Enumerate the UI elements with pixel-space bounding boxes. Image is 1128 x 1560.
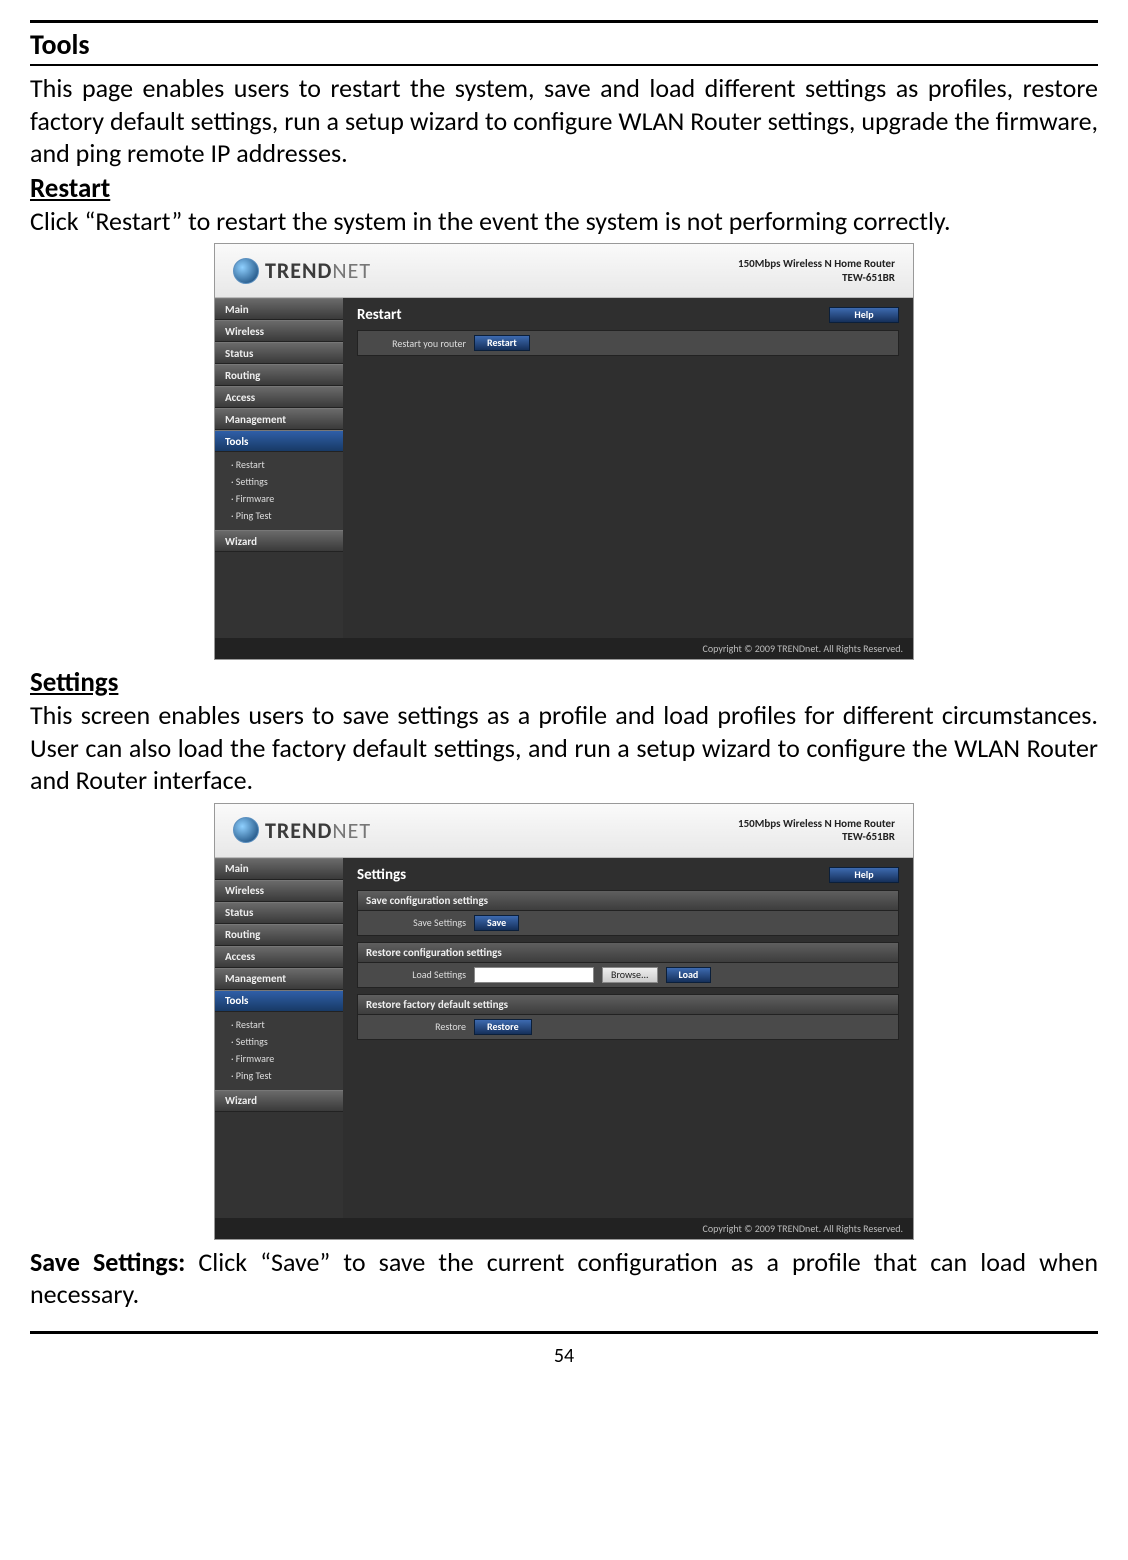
restore-label: Restore [366, 1020, 466, 1033]
sidebar-item-main[interactable]: Main [215, 298, 343, 320]
model-line1: 150Mbps Wireless N Home Router [738, 257, 895, 270]
restart-paragraph: Click “Restart” to restart the system in… [30, 205, 1098, 238]
brand-b: NET [332, 257, 371, 284]
brand-a-2: TREND [265, 817, 332, 844]
sidebar-item-tools[interactable]: Tools [215, 430, 343, 452]
model-line2-2: TEW-651BR [738, 830, 895, 843]
restart-panel-title: Restart [357, 306, 402, 324]
model-line2: TEW-651BR [738, 271, 895, 284]
sidebar-item-routing[interactable]: Routing [215, 364, 343, 386]
subnav2-firmware[interactable]: Firmware [231, 1050, 343, 1067]
brand-text-2: TRENDNET [265, 817, 371, 844]
save-settings-inline-label: Save Settings: [30, 1246, 185, 1278]
save-settings-label: Save Settings [366, 916, 466, 929]
sidebar-item-management[interactable]: Management [215, 408, 343, 430]
brand: TRENDNET [233, 257, 371, 284]
save-settings-paragraph: Save Settings: Click “Save” to save the … [30, 1246, 1098, 1311]
restart-heading: Restart [30, 172, 1098, 205]
help-button-2[interactable]: Help [829, 867, 899, 883]
save-button[interactable]: Save [474, 915, 519, 931]
router-header: TRENDNET 150Mbps Wireless N Home Router … [215, 244, 913, 298]
subnav2-restart[interactable]: Restart [231, 1016, 343, 1033]
sidebar: Main Wireless Status Routing Access Mana… [215, 298, 343, 638]
sidebar-item-status[interactable]: Status [215, 342, 343, 364]
settings-heading: Settings [30, 666, 1098, 699]
page-number: 54 [554, 1344, 574, 1368]
brand-logo-icon [233, 258, 259, 284]
sidebar-item-access[interactable]: Access [215, 386, 343, 408]
brand-b-2: NET [332, 817, 371, 844]
intro-paragraph: This page enables users to restart the s… [30, 72, 1098, 170]
router-footer-2: Copyright © 2009 TRENDnet. All Rights Re… [215, 1218, 913, 1239]
restore-config-bar: Restore configuration settings [357, 942, 899, 963]
sidebar2-item-tools[interactable]: Tools [215, 990, 343, 1012]
model-text: 150Mbps Wireless N Home Router TEW-651BR [738, 257, 895, 283]
browse-button[interactable]: Browse... [602, 967, 658, 983]
subnav-restart[interactable]: Restart [231, 456, 343, 473]
subnav-firmware[interactable]: Firmware [231, 490, 343, 507]
model-line1-2: 150Mbps Wireless N Home Router [738, 817, 895, 830]
router-header-2: TRENDNET 150Mbps Wireless N Home Router … [215, 804, 913, 858]
page-footer: 54 [30, 1331, 1098, 1368]
sidebar2-item-wizard[interactable]: Wizard [215, 1090, 343, 1112]
sidebar2-item-management[interactable]: Management [215, 968, 343, 990]
brand-a: TREND [265, 257, 332, 284]
load-file-input[interactable] [474, 967, 594, 983]
brand-text: TRENDNET [265, 257, 371, 284]
restart-screenshot: TRENDNET 150Mbps Wireless N Home Router … [214, 243, 914, 660]
router-footer: Copyright © 2009 TRENDnet. All Rights Re… [215, 638, 913, 659]
save-config-bar: Save configuration settings [357, 890, 899, 911]
settings-paragraph: This screen enables users to save settin… [30, 699, 1098, 797]
brand-2: TRENDNET [233, 817, 371, 844]
model-text-2: 150Mbps Wireless N Home Router TEW-651BR [738, 817, 895, 843]
sidebar-item-wizard[interactable]: Wizard [215, 530, 343, 552]
sidebar2-item-access[interactable]: Access [215, 946, 343, 968]
sidebar2-item-status[interactable]: Status [215, 902, 343, 924]
subnav2-settings[interactable]: Settings [231, 1033, 343, 1050]
load-button[interactable]: Load [666, 967, 712, 983]
restart-button[interactable]: Restart [474, 335, 530, 351]
sidebar2-item-main[interactable]: Main [215, 858, 343, 880]
sidebar-2: Main Wireless Status Routing Access Mana… [215, 858, 343, 1218]
settings-screenshot: TRENDNET 150Mbps Wireless N Home Router … [214, 803, 914, 1240]
top-rule [30, 20, 1098, 23]
restart-row-label: Restart you router [366, 337, 466, 350]
page-title: Tools [30, 25, 1098, 64]
sidebar2-item-wireless[interactable]: Wireless [215, 880, 343, 902]
brand-logo-icon-2 [233, 817, 259, 843]
settings-panel-title: Settings [357, 866, 406, 884]
subnav-ping[interactable]: Ping Test [231, 507, 343, 524]
subnav2-ping[interactable]: Ping Test [231, 1067, 343, 1084]
sidebar-item-wireless[interactable]: Wireless [215, 320, 343, 342]
restart-content: Restart Help Restart you router Restart [343, 298, 913, 638]
restore-button[interactable]: Restore [474, 1019, 532, 1035]
help-button[interactable]: Help [829, 307, 899, 323]
subnav-settings[interactable]: Settings [231, 473, 343, 490]
settings-content: Settings Help Save configuration setting… [343, 858, 913, 1218]
sidebar2-subnav: Restart Settings Firmware Ping Test [215, 1012, 343, 1090]
sidebar2-item-routing[interactable]: Routing [215, 924, 343, 946]
title-underline [30, 64, 1098, 66]
save-settings-inline-text: Click “Save” to save the current configu… [30, 1246, 1098, 1311]
factory-default-bar: Restore factory default settings [357, 994, 899, 1015]
load-settings-label: Load Settings [366, 968, 466, 981]
sidebar-subnav: Restart Settings Firmware Ping Test [215, 452, 343, 530]
